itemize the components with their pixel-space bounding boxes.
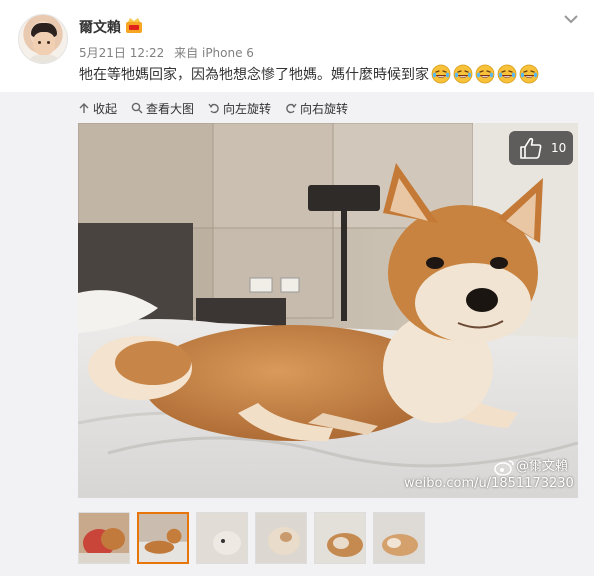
view-large-button[interactable]: 查看大图 <box>131 100 194 116</box>
search-icon <box>131 102 143 114</box>
collapse-icon <box>79 103 89 113</box>
laughing-tears-emoji <box>475 64 495 84</box>
like-button[interactable]: 10 <box>509 131 573 165</box>
username[interactable]: 爾文賴 <box>79 17 121 37</box>
watermark-handle: @爾文賴 <box>515 459 568 474</box>
thumbnail-2[interactable] <box>137 512 189 564</box>
rotate-left-button[interactable]: 向左旋转 <box>208 100 271 116</box>
post-source[interactable]: iPhone 6 <box>202 46 254 60</box>
post-timestamp[interactable]: 5月21日 12:22 <box>79 46 164 60</box>
source-prefix: 来自 <box>174 46 199 60</box>
vip-badge-icon[interactable] <box>124 17 144 34</box>
thumbnail-5[interactable] <box>314 512 366 564</box>
thumbnail-1[interactable] <box>78 512 130 564</box>
thumbnail-6[interactable] <box>373 512 425 564</box>
post-text: 牠在等牠媽回家，因為牠想念慘了牠媽。媽什麼時候到家 <box>79 64 539 84</box>
media-panel: 收起 查看大图 向左旋转 向右旋转 10 @爾文賴 weibo.com/u/18… <box>0 92 594 576</box>
post-meta: 5月21日 12:22 来自 iPhone 6 <box>79 44 254 61</box>
weibo-logo-icon <box>494 460 514 476</box>
laughing-tears-emoji <box>453 64 473 84</box>
rotate-left-label: 向左旋转 <box>223 101 272 116</box>
watermark-url: weibo.com/u/1851173230 <box>404 476 574 491</box>
rotate-right-button[interactable]: 向右旋转 <box>285 100 348 116</box>
collapse-label: 收起 <box>93 101 118 116</box>
avatar[interactable] <box>18 14 68 64</box>
shiba-dog-photo <box>78 123 578 498</box>
media-toolbar: 收起 查看大图 向左旋转 向右旋转 <box>78 100 362 116</box>
rotate-right-icon <box>286 103 297 114</box>
like-count: 10 <box>551 141 567 155</box>
thumbnail-strip <box>78 512 425 564</box>
laughing-tears-emoji <box>431 64 451 84</box>
main-photo[interactable]: 10 @爾文賴 weibo.com/u/1851173230 <box>78 123 578 498</box>
post-text-body: 牠在等牠媽回家，因為牠想念慘了牠媽。媽什麼時候到家 <box>79 67 429 83</box>
thumbs-up-icon <box>520 137 542 159</box>
photo-watermark: @爾文賴 weibo.com/u/1851173230 <box>404 458 576 492</box>
collapse-button[interactable]: 收起 <box>78 100 117 116</box>
post-header: 爾文賴 5月21日 12:22 来自 iPhone 6 牠在等牠媽回家，因為牠想… <box>0 0 594 92</box>
thumbnail-4[interactable] <box>255 512 307 564</box>
rotate-right-label: 向右旋转 <box>300 101 349 116</box>
laughing-tears-emoji <box>519 64 539 84</box>
thumbnail-3[interactable] <box>196 512 248 564</box>
rotate-left-icon <box>208 103 219 114</box>
chevron-down-icon[interactable] <box>562 12 580 26</box>
laughing-tears-emoji <box>497 64 517 84</box>
view-large-label: 查看大图 <box>146 101 195 116</box>
